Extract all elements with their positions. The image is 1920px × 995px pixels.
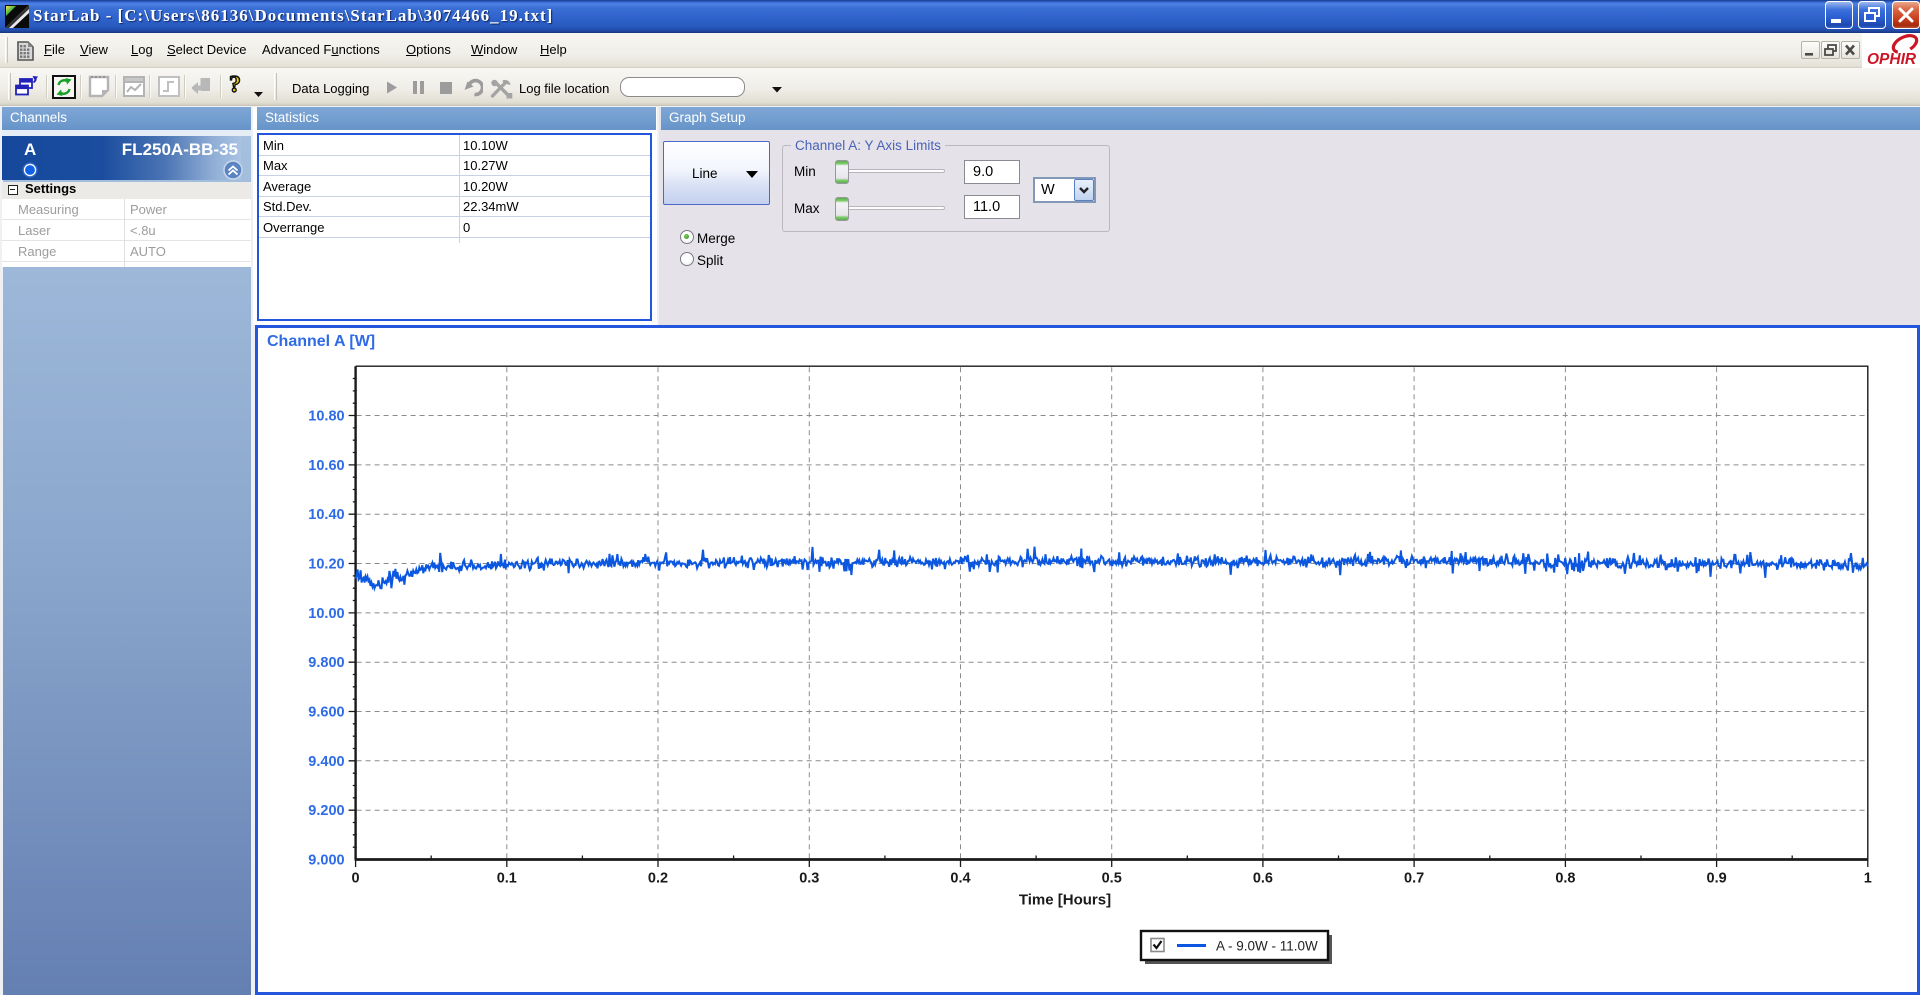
svg-text:0.1: 0.1 [497, 871, 517, 887]
svg-text:9.000: 9.000 [308, 853, 344, 869]
svg-text:0.7: 0.7 [1404, 871, 1424, 887]
svg-text:10.40: 10.40 [308, 507, 344, 523]
svg-text:9.800: 9.800 [308, 655, 344, 671]
svg-text:A - 9.0W - 11.0W: A - 9.0W - 11.0W [1216, 939, 1318, 954]
svg-text:9.600: 9.600 [308, 705, 344, 721]
svg-text:0.8: 0.8 [1555, 871, 1575, 887]
svg-text:9.200: 9.200 [308, 803, 344, 819]
svg-text:10.20: 10.20 [308, 557, 344, 573]
svg-text:OPHIR: OPHIR [1867, 51, 1917, 68]
svg-text:0.9: 0.9 [1707, 871, 1727, 887]
svg-text:0.5: 0.5 [1102, 871, 1122, 887]
svg-text:0.4: 0.4 [950, 871, 970, 887]
svg-text:0.3: 0.3 [799, 871, 819, 887]
svg-text:1: 1 [1864, 871, 1872, 887]
svg-text:10.00: 10.00 [308, 606, 344, 622]
svg-text:0: 0 [352, 871, 360, 887]
svg-text:10.60: 10.60 [308, 458, 344, 474]
svg-text:Time [Hours]: Time [Hours] [1019, 892, 1111, 909]
svg-text:10.80: 10.80 [308, 409, 344, 425]
svg-text:0.6: 0.6 [1253, 871, 1273, 887]
svg-text:0.2: 0.2 [648, 871, 668, 887]
svg-text:9.400: 9.400 [308, 754, 344, 770]
